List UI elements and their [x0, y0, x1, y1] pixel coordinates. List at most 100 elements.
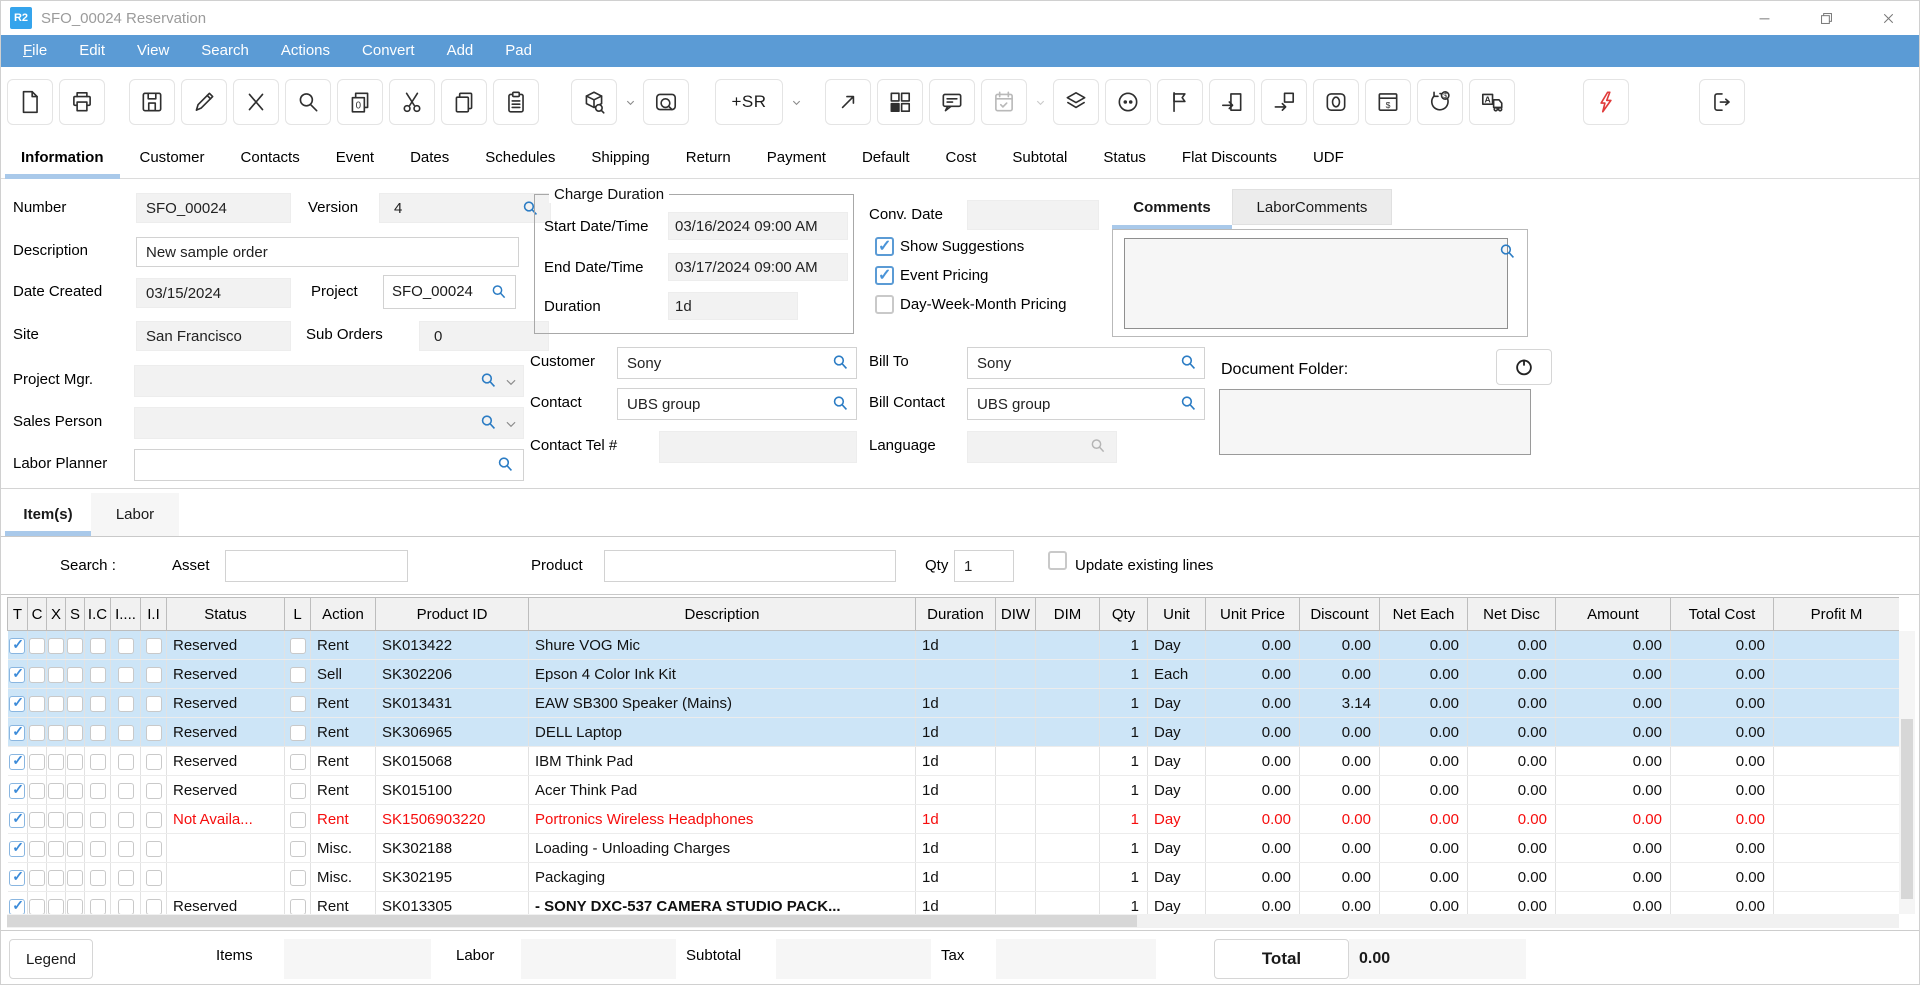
row-checkbox-t[interactable]: [9, 696, 25, 712]
row-checkbox-ii[interactable]: [146, 638, 162, 654]
column-header-c[interactable]: C: [28, 598, 47, 631]
column-header-product_id[interactable]: Product ID: [376, 598, 529, 631]
table-row[interactable]: ReservedRentSK013431EAW SB300 Speaker (M…: [8, 689, 1900, 718]
toolbar-flag-button[interactable]: [1157, 79, 1203, 125]
table-row[interactable]: ReservedRentSK013422Shure VOG Mic1d1Day0…: [8, 631, 1900, 660]
tab-comments[interactable]: Comments: [1112, 189, 1232, 225]
toolbar-o-badge-button[interactable]: [1313, 79, 1359, 125]
row-checkbox-c[interactable]: [29, 667, 45, 683]
row-checkbox-ii[interactable]: [146, 899, 162, 914]
toolbar-time-money-button[interactable]: $: [1417, 79, 1463, 125]
column-header-qty[interactable]: Qty: [1100, 598, 1148, 631]
sales-person-dropdown-icon[interactable]: [504, 417, 518, 431]
column-header-diw[interactable]: DIW: [996, 598, 1036, 631]
tab-laborcomments[interactable]: LaborComments: [1232, 189, 1392, 225]
toolbar-smiley-button[interactable]: [1105, 79, 1151, 125]
table-row[interactable]: ReservedRentSK306965DELL Laptop1d1Day0.0…: [8, 718, 1900, 747]
update-existing-lines-checkbox[interactable]: [1048, 551, 1067, 570]
tab-default[interactable]: Default: [844, 139, 928, 178]
row-checkbox-s[interactable]: [67, 754, 83, 770]
row-checkbox-ic[interactable]: [90, 899, 106, 914]
row-checkbox-l[interactable]: [290, 899, 306, 914]
row-checkbox-idot[interactable]: [118, 696, 134, 712]
row-checkbox-t[interactable]: [9, 638, 25, 654]
column-header-l[interactable]: L: [285, 598, 311, 631]
tab-labor[interactable]: Labor: [91, 493, 179, 536]
row-checkbox-ii[interactable]: [146, 841, 162, 857]
project-search-icon[interactable]: [490, 283, 508, 301]
menu-search[interactable]: Search: [185, 35, 265, 67]
qty-input[interactable]: [954, 550, 1014, 582]
column-header-net_disc[interactable]: Net Disc: [1468, 598, 1556, 631]
toolbar-item-search-button[interactable]: [571, 79, 617, 125]
language-search-icon[interactable]: [1089, 437, 1107, 455]
row-checkbox-x[interactable]: [48, 754, 64, 770]
row-checkbox-ii[interactable]: [146, 870, 162, 886]
row-checkbox-ic[interactable]: [90, 667, 106, 683]
row-checkbox-s[interactable]: [67, 841, 83, 857]
toolbar-layers-button[interactable]: [1053, 79, 1099, 125]
row-checkbox-c[interactable]: [29, 638, 45, 654]
table-row[interactable]: ReservedRentSK015100Acer Think Pad1d1Day…: [8, 776, 1900, 805]
toolbar-cut-button[interactable]: [389, 79, 435, 125]
tab-contacts[interactable]: Contacts: [223, 139, 318, 178]
row-checkbox-s[interactable]: [67, 725, 83, 741]
toolbar-payment-window-button[interactable]: $: [1365, 79, 1411, 125]
column-header-ii[interactable]: I.I: [141, 598, 167, 631]
row-checkbox-t[interactable]: [9, 841, 25, 857]
minimize-button[interactable]: [1733, 1, 1795, 35]
product-input[interactable]: [604, 550, 896, 582]
row-checkbox-l[interactable]: [290, 812, 306, 828]
description-input[interactable]: [136, 237, 519, 267]
grid-vertical-scrollbar[interactable]: [1899, 631, 1915, 914]
row-checkbox-s[interactable]: [67, 870, 83, 886]
comments-search-icon[interactable]: [1498, 242, 1517, 261]
row-checkbox-ic[interactable]: [90, 812, 106, 828]
column-header-discount[interactable]: Discount: [1300, 598, 1380, 631]
row-checkbox-idot[interactable]: [118, 638, 134, 654]
checkbox-event-pricing[interactable]: [875, 266, 894, 285]
tab-status[interactable]: Status: [1085, 139, 1164, 178]
row-checkbox-c[interactable]: [29, 725, 45, 741]
column-header-t[interactable]: T: [8, 598, 28, 631]
row-checkbox-x[interactable]: [48, 841, 64, 857]
menu-actions[interactable]: Actions: [265, 35, 346, 67]
row-checkbox-s[interactable]: [67, 899, 83, 914]
toolbar-calendar-dropdown-icon[interactable]: [1033, 79, 1048, 125]
toolbar-expand-button[interactable]: [825, 79, 871, 125]
legend-button[interactable]: Legend: [9, 939, 93, 979]
column-header-duration[interactable]: Duration: [916, 598, 996, 631]
row-checkbox-c[interactable]: [29, 783, 45, 799]
toolbar-search-button[interactable]: [285, 79, 331, 125]
row-checkbox-ic[interactable]: [90, 783, 106, 799]
row-checkbox-s[interactable]: [67, 783, 83, 799]
toolbar-delete-button[interactable]: [233, 79, 279, 125]
row-checkbox-x[interactable]: [48, 667, 64, 683]
menu-view[interactable]: View: [121, 35, 185, 67]
column-header-idot[interactable]: I....: [111, 598, 141, 631]
toolbar-edit-button[interactable]: [181, 79, 227, 125]
row-checkbox-ic[interactable]: [90, 696, 106, 712]
tab-payment[interactable]: Payment: [749, 139, 844, 178]
column-header-action[interactable]: Action: [311, 598, 376, 631]
bill-contact-input[interactable]: [967, 388, 1205, 420]
toolbar-layout-grid-button[interactable]: [877, 79, 923, 125]
toolbar-save-button[interactable]: [129, 79, 175, 125]
row-checkbox-ic[interactable]: [90, 754, 106, 770]
toolbar-copy-button[interactable]: [441, 79, 487, 125]
project-mgr-field[interactable]: [134, 365, 524, 397]
column-header-ic[interactable]: I.C: [85, 598, 111, 631]
menu-add[interactable]: Add: [431, 35, 490, 67]
tab-return[interactable]: Return: [668, 139, 749, 178]
row-checkbox-c[interactable]: [29, 870, 45, 886]
grid-vertical-scrollbar-thumb[interactable]: [1901, 719, 1913, 899]
table-row[interactable]: ReservedRentSK013305- SONY DXC-537 CAMER…: [8, 892, 1900, 915]
toolbar-door-in-button[interactable]: [1261, 79, 1307, 125]
column-header-status[interactable]: Status: [167, 598, 285, 631]
menu-edit[interactable]: Edit: [63, 35, 121, 67]
comments-textarea[interactable]: [1124, 238, 1508, 329]
customer-input[interactable]: [617, 347, 857, 379]
row-checkbox-ic[interactable]: [90, 725, 106, 741]
checkbox-show-suggestions[interactable]: [875, 237, 894, 256]
table-row[interactable]: Misc.SK302195Packaging1d1Day0.000.000.00…: [8, 863, 1900, 892]
